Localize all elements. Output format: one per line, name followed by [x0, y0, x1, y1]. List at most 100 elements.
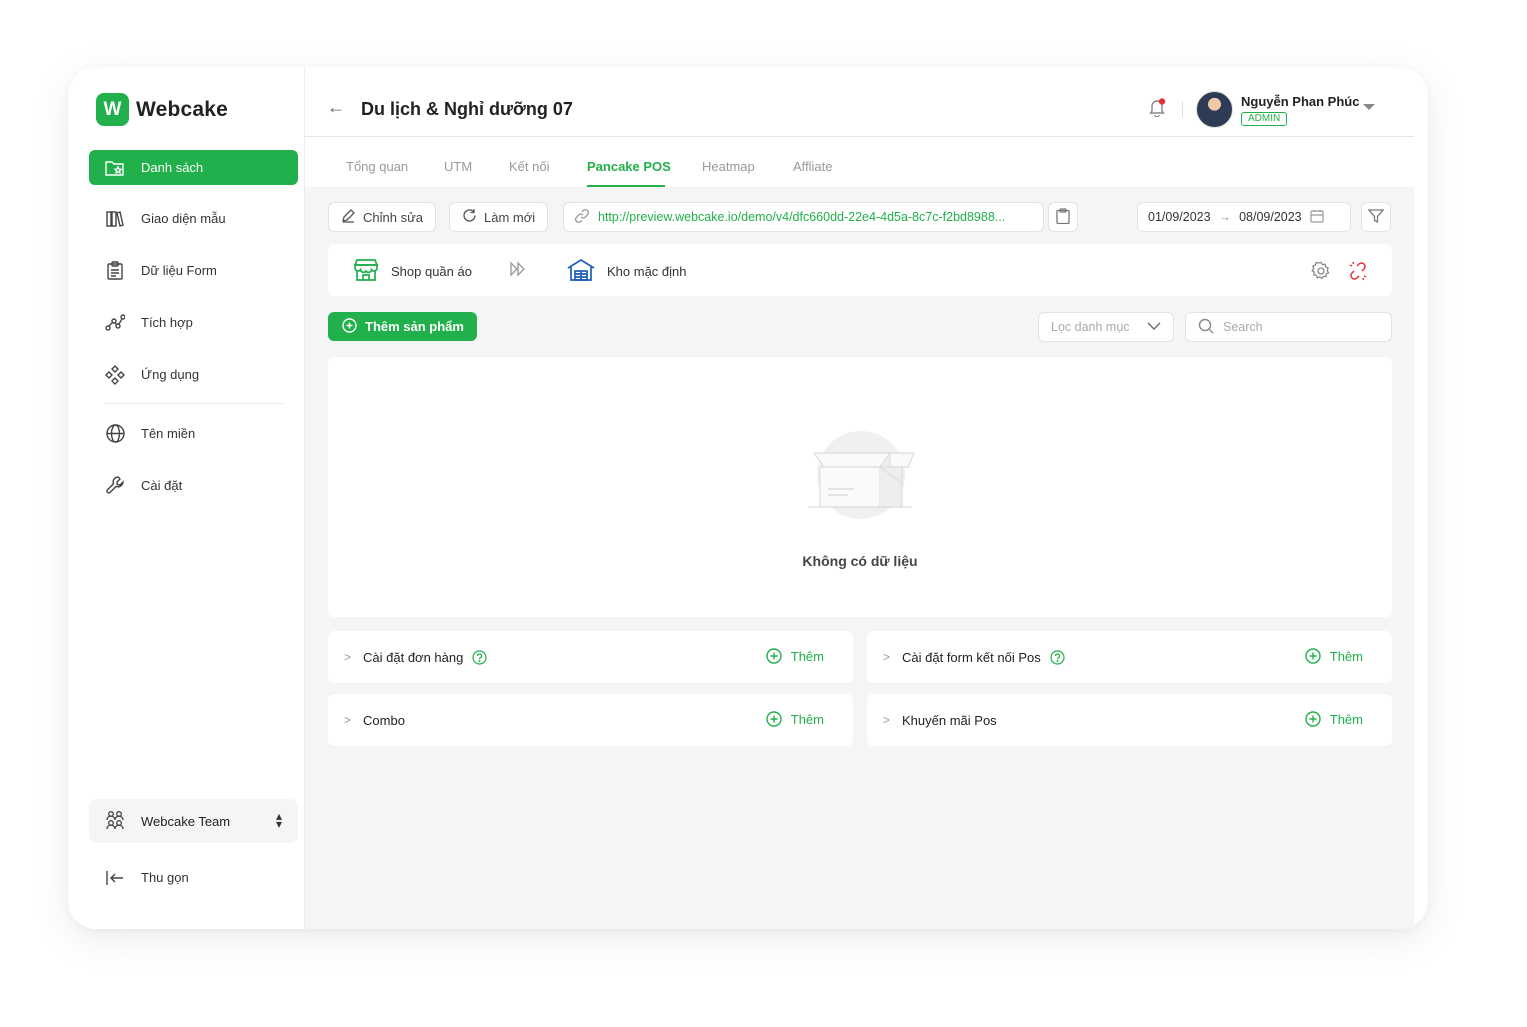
page-title: Du lịch & Nghỉ dưỡng 07 [361, 99, 573, 119]
section-title: Cài đặt form kết nối Pos [902, 649, 1041, 665]
tab-utm[interactable]: UTM [444, 159, 472, 174]
logo-icon: W [96, 93, 129, 126]
chevron-right-icon: > [344, 713, 352, 727]
tab-affliate[interactable]: Affliate [793, 159, 833, 174]
page-header: ← Du lịch & Nghỉ dưỡng 07 Nguyễn Phan Ph… [305, 67, 1414, 137]
empty-message: Không có dữ liệu [802, 553, 918, 569]
section-order-settings[interactable]: > Cài đặt đơn hàng Thêm [328, 631, 853, 683]
arrow-right-icon: → [1218, 210, 1232, 224]
folder-star-icon [105, 158, 125, 178]
section-title: Khuyến mãi Pos [902, 712, 997, 728]
tab-tong-quan[interactable]: Tổng quan [346, 159, 408, 174]
add-label: Thêm [790, 711, 824, 727]
caret-down-icon[interactable] [1363, 104, 1375, 110]
unlink-icon[interactable] [1348, 261, 1368, 284]
tab-ket-noi[interactable]: Kết nối [509, 159, 549, 174]
sidebar-item-ten-mien[interactable]: Tên miền [89, 416, 298, 451]
main-area: ← Du lịch & Nghỉ dưỡng 07 Nguyễn Phan Ph… [305, 67, 1414, 929]
sidebar-item-giao-dien-mau[interactable]: Giao diện mẫu [89, 201, 298, 236]
team-name: Webcake Team [141, 813, 231, 829]
add-button[interactable]: Thêm [766, 711, 824, 727]
add-product-label: Thêm sản phẩm [365, 319, 464, 334]
app-name: Webcake [136, 97, 229, 121]
category-filter-value: Lọc danh mục [1051, 320, 1130, 334]
help-icon[interactable] [1050, 649, 1065, 665]
collapse-icon [105, 868, 125, 888]
bell-icon[interactable] [1148, 98, 1166, 120]
shop-selector[interactable]: Shop quần áo [353, 258, 472, 285]
chevron-right-icon: > [883, 650, 891, 664]
link-icon [574, 208, 590, 227]
preview-url[interactable]: http://preview.webcake.io/demo/v4/dfc660… [563, 202, 1044, 232]
collapse-button[interactable]: Thu gọn [89, 860, 298, 895]
add-label: Thêm [1329, 648, 1363, 664]
sidebar-item-danh-sach[interactable]: Danh sách [89, 150, 298, 185]
sidebar-item-ung-dung[interactable]: Ứng dụng [89, 357, 298, 392]
refresh-icon [462, 208, 477, 226]
date-range-picker[interactable]: 01/09/2023 → 08/09/2023 [1137, 202, 1351, 232]
add-button[interactable]: Thêm [1305, 648, 1363, 664]
sidebar-item-du-lieu-form[interactable]: Dữ liệu Form [89, 253, 298, 288]
globe-icon [105, 424, 125, 444]
search-icon [1198, 318, 1214, 337]
integration-icon [105, 313, 125, 333]
plus-circle-icon [766, 648, 782, 664]
sidebar-item-label: Ứng dụng [141, 367, 200, 382]
sidebar-divider [104, 403, 284, 404]
back-arrow-icon[interactable]: ← [327, 97, 345, 118]
sidebar-item-tich-hop[interactable]: Tích hợp [89, 305, 298, 340]
pos-connection-bar: Shop quần áo Kho mặc định [328, 244, 1392, 296]
logo[interactable]: W Webcake [96, 93, 228, 126]
empty-box-icon [806, 427, 916, 526]
tab-bar: Tổng quan UTM Kết nối Pancake POS Heatma… [305, 137, 1414, 187]
gear-icon[interactable] [1311, 261, 1331, 284]
clipboard-icon [105, 261, 125, 281]
refresh-button[interactable]: Làm mới [449, 202, 549, 232]
date-to: 08/09/2023 [1239, 210, 1302, 224]
help-icon[interactable] [472, 649, 487, 665]
section-pos-promotions[interactable]: > Khuyến mãi Pos Thêm [867, 694, 1392, 746]
pos-content: Chỉnh sửa Làm mới http://preview.webcake… [305, 187, 1414, 929]
plus-circle-icon [766, 711, 782, 727]
apps-icon [105, 364, 125, 385]
tab-heatmap[interactable]: Heatmap [702, 159, 755, 174]
add-label: Thêm [1329, 711, 1363, 727]
pencil-icon [341, 208, 356, 226]
product-search [1185, 312, 1392, 342]
sidebar-item-label: Tích hợp [141, 315, 193, 330]
preview-url-text: http://preview.webcake.io/demo/v4/dfc660… [598, 210, 1006, 224]
section-combo[interactable]: > Combo Thêm [328, 694, 853, 746]
chevron-right-icon: > [883, 713, 891, 727]
chevron-right-icon: > [344, 650, 352, 664]
tab-pancake-pos[interactable]: Pancake POS [587, 159, 671, 174]
add-product-button[interactable]: Thêm sản phẩm [328, 312, 477, 341]
section-title: Cài đặt đơn hàng [363, 649, 464, 665]
role-badge: ADMIN [1241, 112, 1288, 126]
filter-button[interactable] [1361, 202, 1391, 232]
search-input[interactable] [1223, 320, 1373, 334]
edit-label: Chỉnh sửa [363, 209, 424, 225]
chevron-down-icon [1147, 320, 1161, 334]
warehouse-selector[interactable]: Kho mặc định [567, 258, 687, 285]
team-icon [105, 810, 125, 833]
section-title: Combo [363, 712, 405, 728]
add-button[interactable]: Thêm [1305, 711, 1363, 727]
refresh-label: Làm mới [484, 209, 536, 225]
header-separator [1182, 101, 1183, 117]
edit-button[interactable]: Chỉnh sửa [328, 202, 437, 232]
team-switcher[interactable]: Webcake Team ▴ ▾ [89, 799, 298, 843]
plus-circle-icon [1305, 648, 1321, 664]
plus-circle-icon [1305, 711, 1321, 727]
sidebar-item-label: Cài đặt [141, 478, 183, 493]
plus-circle-icon [342, 317, 357, 336]
avatar[interactable] [1196, 91, 1233, 128]
copy-url-button[interactable] [1048, 202, 1078, 232]
add-button[interactable]: Thêm [766, 648, 824, 664]
section-pos-form-settings[interactable]: > Cài đặt form kết nối Pos Thêm [867, 631, 1392, 683]
sidebar: W Webcake Danh sách Giao diện mẫu Dữ liệ… [68, 67, 305, 929]
shop-icon [353, 258, 379, 285]
sidebar-item-cai-dat[interactable]: Cài đặt [89, 468, 298, 503]
wrench-icon [105, 476, 125, 496]
books-icon [105, 209, 125, 229]
category-filter-select[interactable]: Lọc danh mục [1038, 312, 1174, 342]
